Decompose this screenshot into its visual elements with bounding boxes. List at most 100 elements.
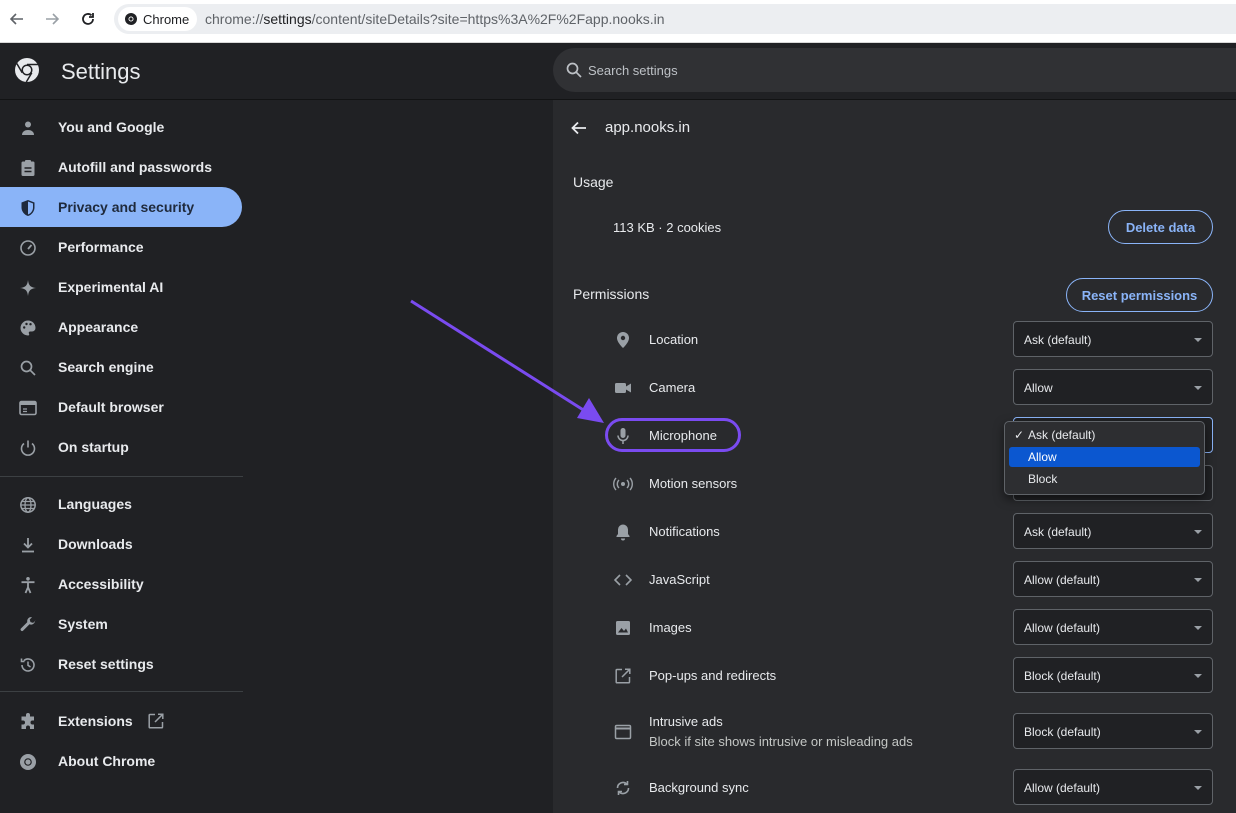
sidebar-item-languages[interactable]: Languages <box>0 484 242 524</box>
select-value: Block (default) <box>1024 725 1101 739</box>
clipboard-icon <box>18 158 38 178</box>
sidebar-item-label: Experimental AI <box>58 279 164 295</box>
sidebar-item-label: Downloads <box>58 536 133 552</box>
location-select[interactable]: Ask (default) <box>1013 321 1213 357</box>
annotation-highlight-oval <box>605 418 741 452</box>
sidebar-item-you-and-google[interactable]: You and Google <box>0 107 242 147</box>
permission-label-popups: Pop-ups and redirects <box>649 668 777 683</box>
permission-sublabel-intrusive-ads: Block if site shows intrusive or mislead… <box>649 734 913 749</box>
chrome-chip[interactable]: Chrome <box>118 7 198 31</box>
sidebar-item-system[interactable]: System <box>0 604 242 644</box>
dropdown-option-allow[interactable]: Allow <box>1009 447 1200 467</box>
sidebar-item-label: System <box>58 616 108 632</box>
checkmark-icon: ✓ <box>1014 428 1025 442</box>
select-value: Allow (default) <box>1024 781 1101 795</box>
chrome-chip-icon <box>125 13 137 25</box>
permission-label-camera: Camera <box>649 380 696 395</box>
dropdown-caret-icon <box>1194 386 1202 390</box>
camera-select[interactable]: Allow <box>1013 369 1213 405</box>
sidebar-item-label: Extensions <box>58 713 133 729</box>
sidebar-item-on-startup[interactable]: On startup <box>0 427 242 467</box>
permission-label-javascript: JavaScript <box>649 572 710 587</box>
sidebar-item-privacy-and-security[interactable]: Privacy and security <box>0 187 242 227</box>
sidebar-item-accessibility[interactable]: Accessibility <box>0 564 242 604</box>
sidebar-item-autofill[interactable]: Autofill and passwords <box>0 147 242 187</box>
select-value: Ask (default) <box>1024 333 1092 347</box>
dropdown-option-block[interactable]: Block <box>1009 469 1200 489</box>
reset-permissions-button[interactable]: Reset permissions <box>1066 278 1213 312</box>
sidebar-item-label: Accessibility <box>58 576 144 592</box>
sidebar-item-label: Privacy and security <box>58 199 195 215</box>
usage-heading: Usage <box>573 174 614 190</box>
back-arrow-icon[interactable] <box>6 8 28 30</box>
sidebar-divider <box>0 476 243 477</box>
sidebar-item-label: Languages <box>58 496 132 512</box>
intrusive-ads-select[interactable]: Block (default) <box>1013 713 1213 749</box>
select-value: Block (default) <box>1024 669 1101 683</box>
image-icon <box>613 618 633 638</box>
permission-label-intrusive-ads: Intrusive ads <box>649 714 723 729</box>
sidebar-item-extensions[interactable]: Extensions <box>0 701 242 741</box>
search-placeholder: Search settings <box>588 63 678 78</box>
dropdown-caret-icon <box>1194 786 1202 790</box>
sidebar-item-default-browser[interactable]: Default browser <box>0 387 242 427</box>
dropdown-caret-icon <box>1194 530 1202 534</box>
back-arrow-icon[interactable] <box>570 119 588 137</box>
download-icon <box>18 535 38 555</box>
sidebar-item-label: Default browser <box>58 399 164 415</box>
page-title: Settings <box>61 59 141 84</box>
select-value: Allow <box>1024 381 1053 395</box>
usage-text: 113 KB · 2 cookies <box>613 220 722 235</box>
person-icon <box>18 118 38 138</box>
microphone-dropdown-menu: ✓ Ask (default) Allow Block <box>1004 421 1205 495</box>
search-icon <box>565 61 583 79</box>
permission-label-location: Location <box>649 332 699 347</box>
images-select[interactable]: Allow (default) <box>1013 609 1213 645</box>
dropdown-caret-icon <box>1194 730 1202 734</box>
sidebar-item-appearance[interactable]: Appearance <box>0 307 242 347</box>
open-in-new-icon <box>147 712 165 730</box>
sidebar-item-label: About Chrome <box>58 753 156 769</box>
option-label: Allow <box>1028 450 1057 464</box>
chrome-logo-icon <box>14 57 40 83</box>
sidebar-item-experimental-ai[interactable]: Experimental AI <box>0 267 242 307</box>
dropdown-caret-icon <box>1194 674 1202 678</box>
dropdown-caret-icon <box>1194 338 1202 342</box>
sidebar-item-about-chrome[interactable]: About Chrome <box>0 741 242 781</box>
motion-sensors-icon <box>612 474 634 494</box>
javascript-select[interactable]: Allow (default) <box>1013 561 1213 597</box>
history-icon <box>18 655 38 675</box>
accessibility-icon <box>18 575 38 595</box>
sidebar-item-label: Performance <box>58 239 144 255</box>
url-host: settings <box>263 11 312 27</box>
settings-header: Settings Search settings <box>0 43 1236 100</box>
sidebar-item-downloads[interactable]: Downloads <box>0 524 242 564</box>
dropdown-caret-icon <box>1194 626 1202 630</box>
speedometer-icon <box>18 238 38 258</box>
popups-select[interactable]: Block (default) <box>1013 657 1213 693</box>
sparkle-icon <box>18 278 38 298</box>
sync-icon <box>613 778 633 798</box>
reload-icon[interactable] <box>77 8 99 30</box>
sidebar-item-performance[interactable]: Performance <box>0 227 242 267</box>
dropdown-option-ask[interactable]: ✓ Ask (default) <box>1009 425 1200 445</box>
sidebar-item-label: Appearance <box>58 319 139 335</box>
browser-toolbar: Chrome chrome://settings/content/siteDet… <box>0 0 1236 43</box>
background-sync-select[interactable]: Allow (default) <box>1013 769 1213 805</box>
sidebar-item-reset-settings[interactable]: Reset settings <box>0 644 242 684</box>
delete-data-button[interactable]: Delete data <box>1108 210 1213 244</box>
permission-label-notifications: Notifications <box>649 524 720 539</box>
option-label: Block <box>1028 472 1058 486</box>
sidebar-divider <box>0 691 243 692</box>
url-text[interactable]: chrome://settings/content/siteDetails?si… <box>205 11 665 27</box>
location-pin-icon <box>613 330 633 350</box>
sidebar: You and Google Autofill and passwords Pr… <box>0 100 552 813</box>
search-input[interactable]: Search settings <box>553 48 1236 92</box>
forward-arrow-icon[interactable] <box>41 8 63 30</box>
dropdown-caret-icon <box>1194 578 1202 582</box>
globe-icon <box>18 495 38 515</box>
permissions-heading: Permissions <box>573 286 650 302</box>
notifications-select[interactable]: Ask (default) <box>1013 513 1213 549</box>
url-scheme: chrome:// <box>205 11 264 27</box>
sidebar-item-search-engine[interactable]: Search engine <box>0 347 242 387</box>
